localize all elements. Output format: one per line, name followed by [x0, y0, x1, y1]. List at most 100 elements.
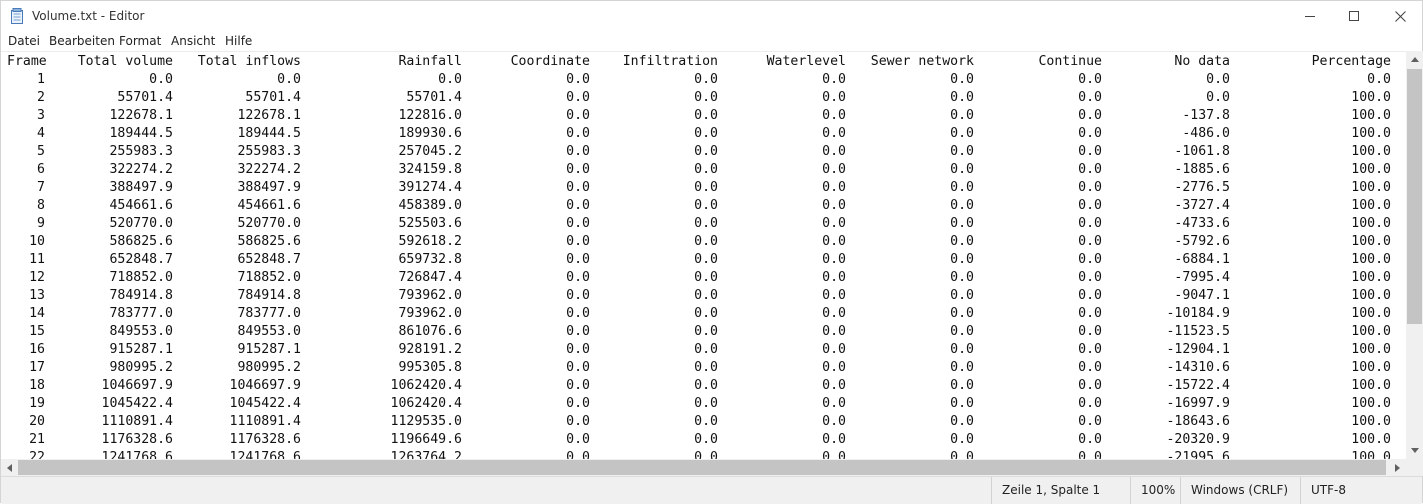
- scrollbar-corner: [1406, 459, 1423, 476]
- table-cell: 122678.1: [237, 108, 301, 123]
- table-cell: 0.0: [694, 180, 718, 195]
- table-cell: 21: [29, 432, 45, 447]
- table-cell: 0.0: [694, 72, 718, 87]
- scroll-right-arrow-icon[interactable]: [1389, 459, 1406, 476]
- column-header: Total inflows: [197, 54, 301, 69]
- table-cell: -137.8: [1182, 108, 1230, 123]
- table-cell: 1110891.4: [101, 414, 173, 429]
- table-cell: 0.0: [822, 288, 846, 303]
- table-cell: 0.0: [1367, 72, 1391, 87]
- scroll-left-arrow-icon[interactable]: [1, 459, 18, 476]
- table-cell: 5: [37, 144, 45, 159]
- table-row: 5 255983.3 255983.3 257045.2 0.0 0.0 0.0 0.0 0.0…: [7, 143, 1391, 161]
- table-cell: 718852.0: [109, 270, 173, 285]
- table-row: 14 783777.0 783777.0 793962.0 0.0 0.0 0.0 0.0 0.…: [7, 305, 1391, 323]
- close-button[interactable]: [1377, 1, 1423, 31]
- table-cell: 0.0: [694, 378, 718, 393]
- table-cell: 0.0: [694, 288, 718, 303]
- maximize-button[interactable]: [1331, 1, 1377, 31]
- table-cell: 0.0: [950, 198, 974, 213]
- minimize-button-2[interactable]: [1287, 1, 1333, 31]
- table-cell: 783777.0: [237, 306, 301, 321]
- table-cell: 0.0: [1078, 288, 1102, 303]
- scroll-down-arrow-icon[interactable]: [1406, 442, 1423, 459]
- menu-hilfe[interactable]: Hilfe: [225, 34, 252, 48]
- scroll-up-arrow-icon[interactable]: [1406, 51, 1423, 68]
- table-cell: 0.0: [566, 378, 590, 393]
- table-cell: -6884.1: [1174, 252, 1230, 267]
- table-cell: 0.0: [950, 288, 974, 303]
- column-header: Coordinate: [510, 54, 590, 69]
- table-cell: 0.0: [822, 324, 846, 339]
- table-cell: 100.0: [1351, 216, 1391, 231]
- horizontal-scrollbar[interactable]: [1, 459, 1406, 476]
- table-cell: 0.0: [950, 180, 974, 195]
- table-cell: 19: [29, 396, 45, 411]
- table-cell: 0.0: [822, 180, 846, 195]
- table-cell: 3: [37, 108, 45, 123]
- text-content: Frame Total volume Total inflows Rainfall Co…: [7, 53, 1391, 460]
- table-cell: 0.0: [1078, 378, 1102, 393]
- table-cell: 586825.6: [109, 234, 173, 249]
- table-cell: 520770.0: [109, 216, 173, 231]
- table-cell: 0.0: [822, 198, 846, 213]
- table-cell: 0.0: [566, 252, 590, 267]
- table-cell: 0.0: [950, 252, 974, 267]
- table-cell: 0.0: [566, 90, 590, 105]
- menu-bar: Datei Bearbeiten Format Ansicht Hilfe: [1, 32, 1422, 51]
- header-row: Frame Total volume Total inflows Rainfall Co…: [7, 53, 1391, 71]
- table-cell: 0.0: [566, 414, 590, 429]
- table-cell: 849553.0: [109, 324, 173, 339]
- table-cell: 454661.6: [109, 198, 173, 213]
- vertical-scroll-thumb[interactable]: [1407, 69, 1422, 324]
- table-cell: 0.0: [694, 252, 718, 267]
- table-cell: 784914.8: [109, 288, 173, 303]
- column-header: Continue: [1038, 54, 1102, 69]
- table-cell: 0.0: [694, 234, 718, 249]
- title-bar[interactable]: Volume.txt - Editor: [1, 1, 1422, 32]
- table-cell: 0.0: [950, 306, 974, 321]
- table-cell: 0.0: [149, 72, 173, 87]
- menu-bearbeiten[interactable]: Bearbeiten: [49, 34, 115, 48]
- minimize-icon: [1305, 11, 1315, 21]
- table-cell: 100.0: [1351, 306, 1391, 321]
- table-cell: 0.0: [1078, 414, 1102, 429]
- table-cell: 0.0: [694, 324, 718, 339]
- table-cell: 0.0: [566, 126, 590, 141]
- table-cell: 0.0: [1078, 252, 1102, 267]
- text-area[interactable]: Frame Total volume Total inflows Rainfall Co…: [1, 51, 1406, 460]
- table-cell: -9047.1: [1174, 288, 1230, 303]
- table-cell: 1046697.9: [229, 378, 301, 393]
- table-cell: 784914.8: [237, 288, 301, 303]
- table-cell: 55701.4: [406, 90, 462, 105]
- table-cell: 0.0: [277, 72, 301, 87]
- table-cell: -18643.6: [1166, 414, 1230, 429]
- table-cell: 0.0: [1078, 180, 1102, 195]
- vertical-scrollbar[interactable]: [1406, 51, 1423, 459]
- table-cell: 0.0: [950, 360, 974, 375]
- menu-format[interactable]: Format: [119, 34, 161, 48]
- table-cell: 980995.2: [109, 360, 173, 375]
- table-cell: 0.0: [566, 270, 590, 285]
- menu-ansicht[interactable]: Ansicht: [171, 34, 215, 48]
- table-cell: 0.0: [566, 216, 590, 231]
- table-cell: 0.0: [822, 432, 846, 447]
- table-cell: -1061.8: [1174, 144, 1230, 159]
- table-row: 8 454661.6 454661.6 458389.0 0.0 0.0 0.0 0.0 0.0…: [7, 197, 1391, 215]
- table-cell: 0.0: [566, 324, 590, 339]
- table-cell: 0.0: [822, 108, 846, 123]
- status-position: Zeile 1, Spalte 1: [991, 477, 1130, 504]
- table-cell: -14310.6: [1166, 360, 1230, 375]
- notepad-icon: [11, 8, 25, 24]
- table-cell: 100.0: [1351, 396, 1391, 411]
- table-cell: 0.0: [822, 90, 846, 105]
- table-cell: -16997.9: [1166, 396, 1230, 411]
- table-cell: 1062420.4: [390, 396, 462, 411]
- table-cell: 14: [29, 306, 45, 321]
- table-cell: 0.0: [822, 306, 846, 321]
- table-cell: 0.0: [566, 396, 590, 411]
- table-cell: 0.0: [694, 342, 718, 357]
- table-cell: 0.0: [822, 360, 846, 375]
- menu-datei[interactable]: Datei: [8, 34, 40, 48]
- horizontal-scroll-thumb[interactable]: [18, 460, 1386, 475]
